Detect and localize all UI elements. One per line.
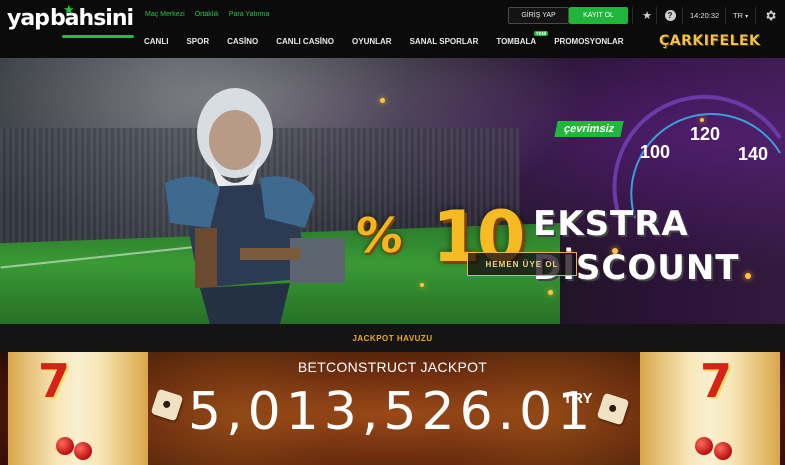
nav-tombala-label: TOMBALA — [496, 37, 537, 46]
nav-games[interactable]: OYUNLAR — [343, 37, 401, 46]
header-divider — [725, 7, 726, 24]
language-select[interactable]: TR ▾ — [733, 11, 748, 20]
sparkle — [548, 290, 553, 295]
help-icon[interactable]: ? — [663, 8, 677, 22]
cherry-icon — [695, 437, 713, 455]
signup-cta-button[interactable]: HEMEN ÜYE OL — [467, 252, 577, 276]
warrior-character-image — [165, 88, 345, 324]
sparkle — [745, 273, 751, 279]
sparkle — [700, 118, 704, 122]
chevron-down-icon: ▾ — [745, 14, 749, 20]
jackpot-name: BETCONSTRUCT JACKPOT — [297, 359, 488, 375]
nav-tombala[interactable]: TOMBALA YENİ — [487, 31, 549, 46]
star-icon[interactable]: ★ — [640, 8, 654, 22]
nav-promotions[interactable]: PROMOSYONLAR — [545, 37, 632, 46]
site-logo[interactable]: yap bahsini ★ — [7, 3, 134, 38]
sparkle — [380, 98, 385, 103]
header-divider — [755, 7, 756, 24]
nav-virtual-sports[interactable]: SANAL SPORLAR — [401, 37, 488, 46]
nav-casino[interactable]: CASİNO — [218, 37, 267, 46]
top-link-deposit[interactable]: Para Yatırma — [229, 11, 270, 18]
jackpot-section-title: JACKPOT HAVUZU — [352, 333, 433, 343]
promo-banner[interactable]: 100 120 140 çevrimsiz % 10 EKSTRA DİSCOU… — [0, 58, 785, 324]
promo-line-extra: EKSTRA — [533, 204, 689, 244]
new-badge: YENİ — [533, 31, 549, 36]
nav-sport[interactable]: SPOR — [177, 37, 218, 46]
logo-text-yap: yap — [7, 6, 50, 31]
speed-value-120: 120 — [690, 124, 720, 144]
gear-icon[interactable] — [763, 8, 777, 22]
cherry-icon — [56, 437, 74, 455]
header-divider — [682, 7, 683, 24]
main-nav: CANLI SPOR CASİNO CANLI CASİNO OYUNLAR S… — [144, 31, 633, 46]
jackpot-currency: TRY — [563, 390, 593, 407]
jackpot-amount-static: 5,013,52 — [188, 382, 460, 442]
jackpot-amount: 5,013,526.01 — [188, 382, 595, 442]
site-header: yap bahsini ★ Maç Merkezi Ortaklık Para … — [0, 0, 785, 58]
nav-live-casino[interactable]: CANLI CASİNO — [267, 37, 343, 46]
top-link-affiliate[interactable]: Ortaklık — [195, 11, 219, 18]
logo-underline — [62, 35, 134, 38]
clock: 14:20:32 — [690, 11, 720, 20]
top-link-match-center[interactable]: Maç Merkezi — [145, 11, 185, 18]
header-divider — [656, 7, 657, 24]
header-divider — [632, 7, 633, 24]
promo-tag: çevrimsiz — [554, 121, 624, 137]
promo-percent-sign: % — [352, 208, 407, 264]
top-links: Maç Merkezi Ortaklık Para Yatırma — [145, 11, 269, 18]
logo-star-icon: ★ — [63, 3, 75, 18]
speed-value-140: 140 — [738, 144, 768, 164]
sparkle — [420, 283, 424, 287]
login-button[interactable]: GİRİŞ YAP — [508, 7, 569, 24]
cherry-icon — [74, 442, 92, 460]
speed-value-100: 100 — [640, 142, 670, 162]
language-value: TR — [733, 11, 743, 20]
nav-live[interactable]: CANLI — [144, 37, 177, 46]
jackpot-title-bar: JACKPOT HAVUZU — [0, 324, 785, 352]
cherry-icon — [714, 442, 732, 460]
register-button[interactable]: KAYIT OL — [569, 7, 628, 24]
jackpot-panel[interactable]: 7 7 BETCONSTRUCT JACKPOT 5,013,526.01 TR… — [0, 352, 785, 465]
wheel-of-fortune-link[interactable]: ÇARKIFELEK — [659, 33, 760, 49]
